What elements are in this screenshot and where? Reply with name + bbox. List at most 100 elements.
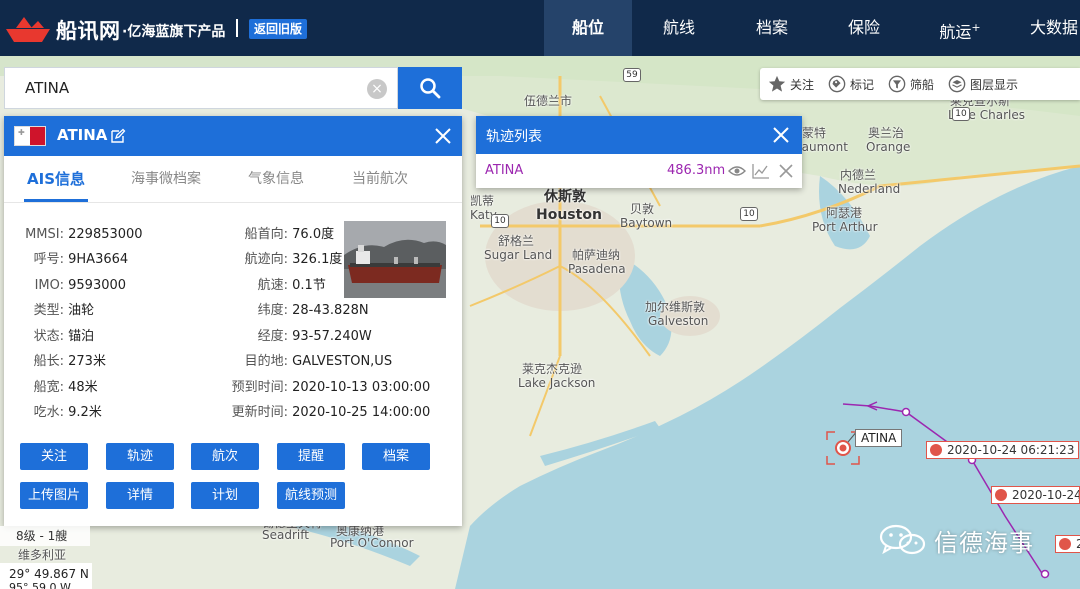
field-type: 类型: 油轮 <box>33 303 95 318</box>
ship-search-input[interactable] <box>5 68 355 108</box>
tab-divider <box>4 202 462 203</box>
ship-name-label[interactable]: ATINA <box>855 429 903 447</box>
map-label: Lake Jackson <box>518 376 596 390</box>
field-latitude: 纬度: 28-43.828N <box>257 303 369 318</box>
details-button[interactable]: 详情 <box>106 482 174 509</box>
map-label: Nederland <box>838 182 901 196</box>
map-label: 莱克杰克逊 <box>522 362 583 376</box>
ship-photo-image <box>344 221 446 298</box>
map-label: Seadrift <box>262 528 309 542</box>
search-icon <box>420 78 441 99</box>
map-label: Sugar Land <box>484 248 553 262</box>
field-mmsi: MMSI: 229853000 <box>25 227 143 242</box>
upload-photo-button[interactable]: 上传图片 <box>20 482 88 509</box>
map-label: 加尔维斯敦 <box>645 300 706 314</box>
field-speed: 航速: 0.1节 <box>257 278 326 293</box>
plan-button[interactable]: 计划 <box>191 482 259 509</box>
track-distance: 486.3nm <box>667 163 726 178</box>
track-point-icon <box>1059 538 1071 550</box>
nav-insurance[interactable]: 保险 <box>818 0 910 56</box>
tab-maritime-archive[interactable]: 海事微档案 <box>124 156 208 202</box>
layer-display-tool-button[interactable]: 图层显示 <box>948 75 1018 93</box>
ship-photo[interactable] <box>344 221 446 298</box>
brand-name[interactable]: 船讯网 <box>56 15 121 45</box>
top-navigation-bar: 船讯网 ·亿海蓝旗下产品 返回旧版 船位 航线 档案 保险 航运+ 大数据 <box>0 0 1080 56</box>
line-chart-icon[interactable] <box>752 163 770 179</box>
malta-flag-icon: ✚ <box>14 126 46 146</box>
map-label: 伍德兰市 <box>524 94 573 108</box>
ship-panel-header: ✚ ATINA <box>4 116 462 156</box>
field-updated-time: 更新时间: 2020-10-25 14:00:00 <box>231 405 431 420</box>
map-label-city: Houston <box>536 207 602 223</box>
track-list-item[interactable]: ATINA 486.3nm <box>476 154 802 188</box>
map-label: 贝敦 <box>630 202 655 216</box>
mark-tool-button[interactable]: 标记 <box>828 75 874 93</box>
search-button[interactable] <box>398 67 462 109</box>
search-box: × <box>4 67 398 109</box>
map-label: Baytown <box>620 216 673 230</box>
clear-search-icon[interactable]: × <box>367 79 387 99</box>
field-status: 状态: 锚泊 <box>33 329 95 344</box>
map-label: Galveston <box>648 314 709 328</box>
nav-archive[interactable]: 档案 <box>726 0 818 56</box>
field-draft: 吃水: 9.2米 <box>33 405 102 420</box>
ship-name: ATINA <box>57 126 108 144</box>
voyage-button[interactable]: 航次 <box>191 443 259 470</box>
tab-weather-info[interactable]: 气象信息 <box>244 156 308 202</box>
follow-tool-button[interactable]: 关注 <box>768 75 814 93</box>
map-label: Port O'Connor <box>330 536 414 550</box>
track-time-tag[interactable]: 2020-10-24 <box>991 486 1080 504</box>
track-list-header: 轨迹列表 <box>476 116 802 154</box>
nav-ship-position[interactable]: 船位 <box>544 0 632 56</box>
map-label: 阿瑟港 <box>826 206 863 220</box>
track-list-panel: 轨迹列表 ATINA 486.3nm <box>476 116 802 188</box>
track-ship-name: ATINA <box>485 163 524 178</box>
wechat-logo-icon <box>879 524 926 555</box>
track-time-tag[interactable]: 2 <box>1055 535 1080 553</box>
track-point-icon <box>995 489 1007 501</box>
cursor-longitude: 95° 59.0 W <box>0 583 92 589</box>
star-icon <box>768 75 786 92</box>
filter-icon <box>888 75 906 93</box>
field-call-sign: 呼号: 9HA3664 <box>33 252 129 267</box>
tab-ais-info[interactable]: AIS信息 <box>24 156 88 202</box>
field-longitude: 经度: 93-57.240W <box>257 329 372 344</box>
reminder-button[interactable]: 提醒 <box>277 443 345 470</box>
archive-button[interactable]: 档案 <box>362 443 430 470</box>
delete-track-icon[interactable] <box>778 163 794 179</box>
field-length: 船长: 273米 <box>33 354 106 369</box>
edit-icon[interactable] <box>110 128 126 144</box>
zoom-level-indicator: 8级 - 1艘 <box>0 526 90 546</box>
close-icon[interactable] <box>772 126 790 144</box>
track-button[interactable]: 轨迹 <box>106 443 174 470</box>
map-toolbar: 关注 标记 筛船 图层显示 <box>760 68 1080 100</box>
map-label: Port Arthur <box>812 220 878 234</box>
nav-shipping[interactable]: 航运+ <box>910 0 1010 56</box>
brand-subtitle: ·亿海蓝旗下产品 <box>122 24 226 40</box>
filter-ships-tool-button[interactable]: 筛船 <box>888 75 934 93</box>
map-label: 内德兰 <box>840 168 877 182</box>
field-eta: 预到时间: 2020-10-13 03:00:00 <box>231 380 431 395</box>
follow-button[interactable]: 关注 <box>20 443 88 470</box>
track-time-tag[interactable]: 2020-10-24 06:21:23 <box>926 441 1080 459</box>
nav-big-data[interactable]: 大数据 <box>1010 0 1080 56</box>
close-icon[interactable] <box>434 127 452 145</box>
map-label: 维多利亚 <box>18 548 67 562</box>
back-to-old-version-button[interactable]: 返回旧版 <box>249 19 308 39</box>
tag-icon <box>828 75 846 93</box>
tab-current-voyage[interactable]: 当前航次 <box>348 156 412 202</box>
map-label: 凯蒂 <box>470 194 495 208</box>
highway-shield: 59 <box>623 68 641 82</box>
highway-shield: 10 <box>740 207 758 221</box>
eye-icon[interactable] <box>728 164 746 178</box>
map-label: Pasadena <box>568 262 626 276</box>
boat-logo-icon[interactable] <box>4 14 52 44</box>
highway-shield: 10 <box>491 214 509 228</box>
track-list-title: 轨迹列表 <box>486 129 542 145</box>
map-label: 奥兰治 <box>868 126 905 140</box>
nav-routes[interactable]: 航线 <box>632 0 726 56</box>
field-beam: 船宽: 48米 <box>33 380 98 395</box>
field-course: 航迹向: 326.1度 <box>244 252 343 267</box>
map-label: 帕萨迪纳 <box>572 248 621 262</box>
route-forecast-button[interactable]: 航线预测 <box>277 482 345 509</box>
